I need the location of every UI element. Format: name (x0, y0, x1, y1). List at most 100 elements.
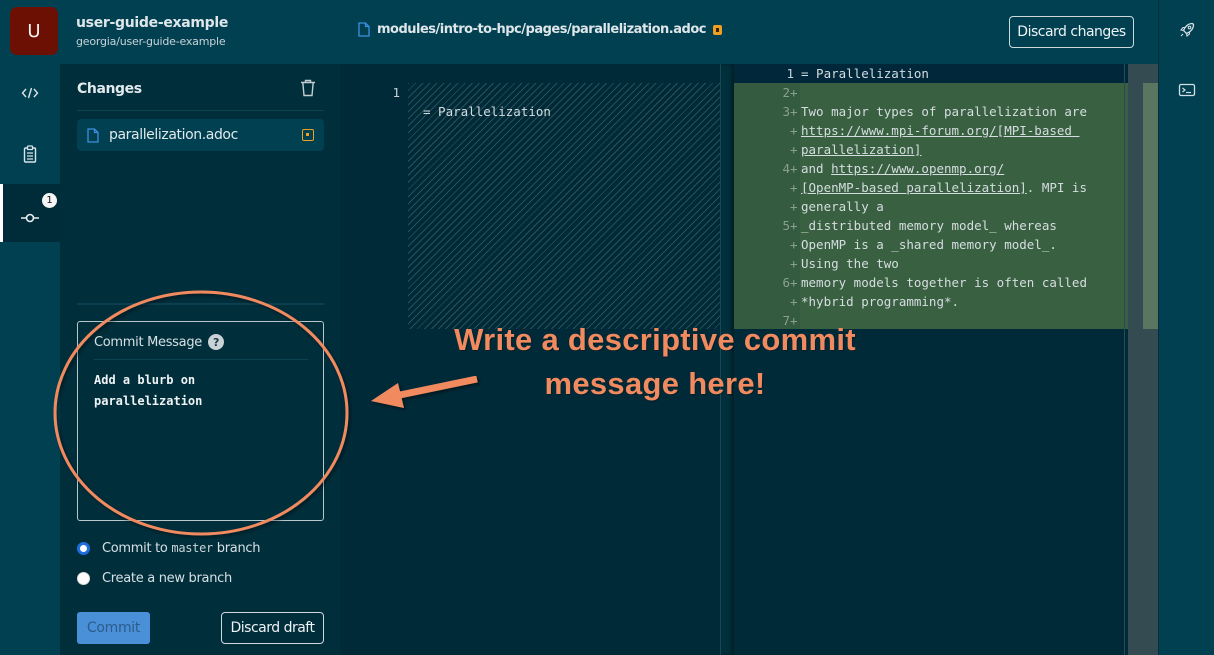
added-line-marker: + (790, 294, 798, 309)
code-line: 5 + _distributed memory model_ whereas (734, 216, 1128, 235)
repo-path: georgia/user-guide-example (76, 35, 226, 48)
changed-file-item[interactable]: parallelization.adoc (77, 119, 324, 151)
minimap-added-marker (1143, 83, 1158, 329)
line-text: memory models together is often called (801, 273, 1087, 292)
radio-new-branch[interactable] (77, 572, 90, 585)
commit-to-master-label: Commit to master branch (102, 541, 260, 556)
divider (94, 359, 308, 360)
commit-button[interactable]: Commit (77, 612, 150, 644)
added-line-marker: + (790, 180, 798, 195)
added-line-marker: + (790, 142, 798, 157)
added-line-marker: + (790, 275, 798, 290)
line-text-part: Using the two (801, 256, 899, 271)
line-text-part: OpenMP is a _shared memory model_. (801, 237, 1057, 252)
line-text-part: Two major types of parallelization are (801, 104, 1087, 119)
code-line: + https://www.mpi-forum.org/[MPI-based (734, 121, 1128, 140)
activity-item-clipboard[interactable] (0, 125, 60, 183)
line-text: = Parallelization (801, 64, 929, 83)
line-text: *hybrid programming*. (801, 292, 959, 311)
activity-item-code[interactable] (0, 64, 60, 122)
link-text[interactable]: https://www.mpi-forum.org/[MPI-based (801, 123, 1079, 138)
create-new-branch-option[interactable]: Create a new branch (77, 571, 232, 586)
rocket-icon[interactable] (1177, 20, 1197, 40)
clipboard-icon (23, 145, 37, 163)
activity-bar: 1 (0, 64, 60, 655)
line-text: = Parallelization (423, 104, 551, 119)
commit-message-input[interactable]: Add a blurb on parallelization (94, 370, 308, 510)
link-text[interactable]: [OpenMP-based parallelization] (801, 180, 1027, 195)
code-icon (21, 87, 39, 99)
added-line-marker: + (790, 256, 798, 271)
annotation-text: Write a descriptive commit message here! (395, 318, 915, 406)
code-line: + *hybrid programming*. (734, 292, 1128, 311)
line-text: Two major types of parallelization are (801, 102, 1087, 121)
code-line: + Using the two (734, 254, 1128, 273)
help-icon[interactable]: ? (207, 334, 224, 350)
line-text: generally a (801, 197, 884, 216)
added-line-marker: + (790, 85, 798, 100)
modified-indicator-icon (712, 24, 722, 35)
right-rail (1158, 0, 1214, 655)
changes-title: Changes (77, 81, 142, 97)
added-line-marker: + (790, 123, 798, 138)
line-number: 3 (782, 104, 790, 119)
code-line: + OpenMP is a _shared memory model_. (734, 235, 1128, 254)
terminal-icon[interactable] (1177, 80, 1197, 100)
minimap-border (1124, 64, 1125, 655)
commit-message-label-text: Commit Message (94, 334, 202, 350)
top-header: U user-guide-example georgia/user-guide-… (0, 0, 1158, 64)
line-text-part: *hybrid programming*. (801, 294, 960, 309)
repo-avatar[interactable]: U (10, 7, 58, 55)
line-text: Using the two (801, 254, 899, 273)
branch-name: master (171, 541, 213, 555)
changes-panel: Changes parallelization.adoc Commit Mess… (60, 64, 340, 655)
added-line-marker: + (790, 104, 798, 119)
code-line: 2 + (734, 83, 1128, 102)
line-text-part: . MPI is (1026, 180, 1087, 195)
file-icon (358, 22, 370, 37)
line-text-part: _distributed memory model_ whereas (801, 218, 1057, 233)
line-number: 5 (782, 218, 790, 233)
open-file-path: modules/intro-to-hpc/pages/parallelizati… (358, 22, 722, 37)
discard-draft-button[interactable]: Discard draft (221, 612, 324, 644)
line-number: 2 (782, 85, 790, 100)
added-line-marker: + (790, 218, 798, 233)
code-line: 6 + memory models together is often called (734, 273, 1128, 292)
line-text: and https://www.openmp.org/ (801, 159, 1004, 178)
changed-file-name: parallelization.adoc (109, 127, 238, 143)
line-number: 1 (786, 66, 794, 81)
line-text: OpenMP is a _shared memory model_. (801, 235, 1057, 254)
added-line-marker: + (790, 199, 798, 214)
commit-message-box: Commit Message ? Add a blurb on parallel… (77, 321, 324, 521)
line-text-part: generally a (801, 199, 884, 214)
code-line: + generally a (734, 197, 1128, 216)
line-text: parallelization] (801, 140, 921, 159)
line-text-part: memory models together is often called (801, 275, 1087, 290)
link-text[interactable]: https://www.openmp.org/ (831, 161, 1004, 176)
minimap-scrollbar[interactable] (1128, 64, 1158, 655)
code-line: 1 = Parallelization (340, 64, 720, 119)
trash-icon[interactable] (300, 79, 316, 97)
file-icon (87, 127, 99, 143)
discard-changes-button[interactable]: Discard changes (1009, 16, 1134, 48)
modified-status-icon (302, 129, 314, 141)
radio-commit-master[interactable] (77, 542, 90, 555)
annotation-line-2: message here! (544, 366, 766, 401)
radio-label-suffix: branch (212, 541, 261, 556)
added-line-marker: + (790, 161, 798, 176)
code-line: 1 = Parallelization (734, 64, 1128, 83)
commit-message-label: Commit Message ? (94, 334, 224, 350)
activity-item-source-control[interactable]: 1 (0, 184, 60, 242)
line-number: 1 (392, 85, 400, 100)
repo-title: user-guide-example (76, 15, 229, 31)
line-text: https://www.mpi-forum.org/[MPI-based (801, 121, 1079, 140)
file-path-label: modules/intro-to-hpc/pages/parallelizati… (377, 22, 706, 37)
line-number: 6 (782, 275, 790, 290)
git-commit-icon (20, 213, 39, 223)
link-text[interactable]: parallelization] (801, 142, 921, 157)
annotation-line-1: Write a descriptive commit (454, 322, 856, 357)
commit-to-master-option[interactable]: Commit to master branch (77, 541, 260, 556)
code-line: 3 + Two major types of parallelization are (734, 102, 1128, 121)
divider (77, 110, 324, 111)
radio-label-prefix: Commit to (102, 541, 172, 556)
